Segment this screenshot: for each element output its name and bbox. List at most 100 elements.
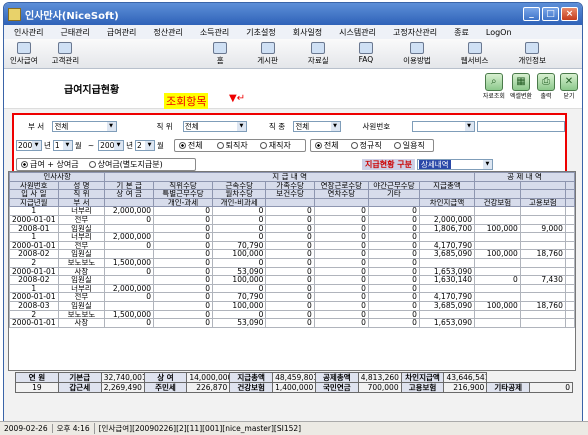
bonus-only-radio[interactable]: 상여금(별도지급분) <box>88 159 163 170</box>
emp-name-input[interactable] <box>476 120 565 132</box>
search-filter-panel: 부 서 전체 직 위 전체 직 종 전체 사원번호 2008 년 1 월 ~ 2… <box>12 113 567 174</box>
menu-item[interactable]: 시스템관리 <box>339 27 376 38</box>
employment-type-group: 전체 정규직 일용직 <box>309 138 434 152</box>
column-header: 기타 <box>367 189 420 199</box>
menu-item[interactable]: 근태관리 <box>60 27 89 38</box>
status-bar: 2009-02-26 오후 4:16 [인사급여][20090226][2][1… <box>0 421 588 435</box>
menu-item[interactable]: LogOn <box>486 28 512 37</box>
end-month-spinner[interactable]: 2 <box>135 139 156 151</box>
table-cell <box>474 206 521 216</box>
magnifier-icon: ⌕ <box>484 73 503 91</box>
print-button[interactable]: ⎙ 출력 <box>537 73 555 100</box>
table-cell: 0 <box>104 266 154 277</box>
menu-item[interactable]: 기초설정 <box>246 27 275 38</box>
table-cell <box>474 318 521 328</box>
table-cell <box>564 249 575 259</box>
table-row[interactable]: 2 보노보노 1,500,000 0 0 0 0 0 <box>9 257 575 268</box>
table-cell <box>564 257 575 268</box>
table-cell: 0 <box>265 283 315 294</box>
start-year-spinner[interactable]: 2008 <box>16 139 42 151</box>
table-row[interactable]: 2 보노보노 1,500,000 0 0 0 0 0 <box>9 309 575 320</box>
column-header: 연차수당 <box>313 189 369 199</box>
summary-value: 226,870 <box>186 382 231 393</box>
table-row[interactable]: 2008-02 임원실 0 100,000 0 0 0 3,685,090 100,000 18,… <box>9 249 575 259</box>
employed-radio[interactable]: 재직자 <box>259 140 291 151</box>
emptype-all-radio[interactable]: 전체 <box>314 140 339 151</box>
status-type-select[interactable]: 상세내역 <box>416 158 493 170</box>
toolbar-customer-button[interactable]: 고객관리 <box>52 41 79 66</box>
menu-item[interactable]: 고정자산관리 <box>393 27 437 38</box>
summary-label: 갑근세 <box>57 382 102 393</box>
toolbar-board-button[interactable]: 게시판 <box>257 41 278 66</box>
table-row[interactable]: 2008-03 임원실 0 100,000 0 0 0 3,685,090 100,000 18,… <box>9 300 575 311</box>
salary-bonus-radio[interactable]: 급여 + 상여금 <box>21 159 79 170</box>
excel-button[interactable]: ▦ 엑셀변환 <box>510 73 532 100</box>
menu-item[interactable]: 소득관리 <box>200 27 229 38</box>
toolbar-webservice-button[interactable]: 웹서비스 <box>461 41 488 66</box>
summary-value: 700,000 <box>357 382 402 393</box>
table-cell: 4,170,790 <box>418 240 476 251</box>
table-row[interactable]: 2000-01-01 전무 0 0 0 0 0 0 2,000,000 <box>9 214 575 225</box>
end-year-spinner[interactable]: 2009 <box>98 139 125 151</box>
table-cell: 2008-01 <box>9 223 59 234</box>
regular-radio[interactable]: 정규직 <box>350 140 382 151</box>
table-cell: 70,790 <box>212 292 267 302</box>
column-header <box>519 189 566 199</box>
summary-value: 32,740,001 <box>100 372 145 383</box>
jobtype-label: 직 종 <box>268 121 286 131</box>
table-row[interactable]: 1 너부리 2,000,000 0 0 0 0 0 <box>9 283 575 294</box>
query-button[interactable]: ⌕ 자료조회 <box>483 73 505 100</box>
menu-item[interactable]: 인사관리 <box>14 27 43 38</box>
table-cell: 2000-01-01 <box>9 214 59 225</box>
header-row: 사원번호 성 명기 본 급 직위수당 근속수당 가족수당 연장근로수당 야간근무수당 지급총액 <box>9 180 575 191</box>
table-cell: 너부리 <box>57 232 106 242</box>
table-cell: 53,090 <box>212 318 267 328</box>
toolbar-library-button[interactable]: 자료실 <box>308 41 329 66</box>
daily-radio[interactable]: 일용직 <box>393 140 425 151</box>
close-page-button[interactable]: ✕ 닫기 <box>560 73 578 100</box>
highlight-arrow: ▼↵ <box>229 93 246 104</box>
minimize-button[interactable]: _ <box>523 7 540 21</box>
menu-item[interactable]: 급여관리 <box>107 27 136 38</box>
toolbar-home-button[interactable]: 홈 <box>213 41 228 66</box>
table-row[interactable]: 1 너부리 2,000,000 0 0 0 0 0 <box>9 206 575 216</box>
table-cell: 임원실 <box>57 249 106 259</box>
column-header: 상 여 금 <box>104 189 154 199</box>
table-cell: 임원실 <box>57 223 106 234</box>
retired-radio[interactable]: 퇴직자 <box>216 140 248 151</box>
table-row[interactable]: 2008-02 임원실 0 100,000 0 0 0 1,630,140 0 7,430 <box>9 275 575 285</box>
menu-item[interactable]: 정산관리 <box>153 27 182 38</box>
rank-select[interactable]: 전체 <box>182 120 247 132</box>
emp-no-select[interactable] <box>412 120 475 132</box>
summary-label: 건강보험 <box>229 382 274 393</box>
jobtype-select[interactable]: 전체 <box>293 120 341 132</box>
table-row[interactable]: 2000-01-01 사장 0 0 53,090 0 0 0 1,653,090 <box>9 266 575 277</box>
dept-select[interactable]: 전체 <box>52 120 117 132</box>
table-cell: 2,000,000 <box>104 206 154 216</box>
menu-item[interactable]: 회사일정 <box>293 27 322 38</box>
menu-item[interactable]: 종료 <box>454 27 469 38</box>
toolbar-howto-button[interactable]: 이용방법 <box>403 41 431 66</box>
start-month-spinner[interactable]: 1 <box>52 139 73 151</box>
toolbar-profile-button[interactable]: 개인정보 <box>518 41 546 66</box>
table-cell: 0 <box>367 283 420 294</box>
payroll-grid[interactable]: 인사사항 지 급 내 역 공 제 내 역 사원번호 성 명기 본 급 직위수당 근속수… <box>8 171 576 371</box>
table-row[interactable]: 1 너부리 2,000,000 0 0 0 0 0 <box>9 232 575 242</box>
summary-value: 0 <box>529 382 573 393</box>
group-header-pay: 지 급 내 역 <box>104 172 476 182</box>
table-row[interactable]: 2000-01-01 사장 0 0 53,090 0 0 0 1,653,090 <box>9 318 575 328</box>
column-header: 개인-비과세 <box>212 197 267 208</box>
table-cell <box>564 214 575 225</box>
retire-all-radio[interactable]: 전체 <box>178 140 203 151</box>
table-row[interactable]: 2008-01 임원실 0 0 0 0 0 1,806,700 100,000 9,000 <box>9 223 575 234</box>
table-row[interactable]: 2000-01-01 전무 0 0 70,790 0 0 0 4,170,790 <box>9 240 575 251</box>
toolbar-payroll-button[interactable]: 인사급여 <box>10 41 38 66</box>
close-button[interactable]: × <box>561 7 578 21</box>
table-row[interactable]: 2000-01-01 전무 0 0 70,790 0 0 0 4,170,790 <box>9 292 575 302</box>
table-cell: 0 <box>212 257 267 268</box>
payroll-table: 인사사항 지 급 내 역 공 제 내 역 사원번호 성 명기 본 급 직위수당 근속수… <box>9 172 575 328</box>
table-cell: 1,653,090 <box>418 266 476 277</box>
toolbar-faq-button[interactable]: FAQ <box>359 41 373 66</box>
column-header: 성 명 <box>57 180 106 191</box>
maximize-button[interactable]: □ <box>542 7 559 21</box>
